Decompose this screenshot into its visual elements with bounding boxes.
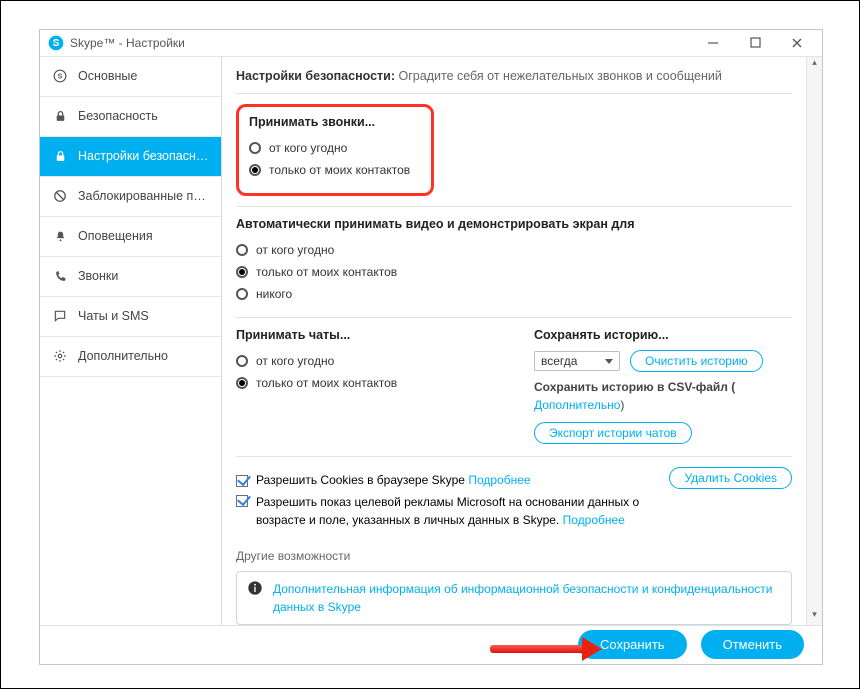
checkbox-label: Разрешить Cookies в браузере Skype Подро… — [256, 473, 531, 487]
sidebar-item-security[interactable]: Безопасность — [40, 97, 221, 137]
minimize-button[interactable] — [706, 36, 720, 50]
history-title: Сохранять историю... — [534, 328, 792, 342]
allow-ads-checkbox[interactable] — [236, 495, 248, 507]
ads-more-link[interactable]: Подробнее — [563, 513, 625, 527]
chats-history-section: Принимать чаты... от кого угодно только … — [236, 317, 792, 456]
radio-icon — [236, 244, 248, 256]
clear-history-button[interactable]: Очистить историю — [630, 350, 763, 372]
radio-icon — [236, 355, 248, 367]
checkbox-label: Разрешить показ целевой рекламы Microsof… — [256, 493, 657, 529]
radio-label: только от моих контактов — [256, 265, 397, 279]
settings-window: Skype™ - Настройки S Основные Безопаснос… — [39, 29, 823, 665]
sidebar-item-calls[interactable]: Звонки — [40, 257, 221, 297]
bell-icon — [52, 228, 68, 244]
radio-icon — [236, 266, 248, 278]
accept-video-title: Автоматически принимать видео и демонстр… — [236, 217, 792, 231]
vertical-scrollbar[interactable]: ▴ ▾ — [806, 57, 822, 625]
radio-icon — [236, 377, 248, 389]
radio-chats-contacts[interactable]: только от моих контактов — [236, 372, 494, 394]
radio-calls-contacts[interactable]: только от моих контактов — [249, 159, 421, 181]
select-value: всегда — [541, 354, 577, 368]
history-advanced-link[interactable]: Дополнительно — [534, 398, 620, 412]
cookies-more-link[interactable]: Подробнее — [468, 473, 530, 487]
phone-icon — [52, 268, 68, 284]
sidebar-item-general[interactable]: S Основные — [40, 57, 221, 97]
gear-icon — [52, 348, 68, 364]
content-pane: Настройки безопасности: Оградите себя от… — [222, 57, 806, 625]
scroll-up-icon[interactable]: ▴ — [807, 57, 822, 73]
info-strip: Дополнительная информация об информацион… — [236, 571, 792, 625]
radio-label: никого — [256, 287, 292, 301]
chat-icon — [52, 308, 68, 324]
radio-icon — [249, 142, 261, 154]
radio-video-contacts[interactable]: только от моих контактов — [236, 261, 792, 283]
radio-label: от кого угодно — [256, 354, 334, 368]
lock-icon — [52, 108, 68, 124]
radio-icon — [249, 164, 261, 176]
close-button[interactable] — [790, 36, 804, 50]
radio-label: только от моих контактов — [256, 376, 397, 390]
sidebar-item-notifications[interactable]: Оповещения — [40, 217, 221, 257]
cancel-button[interactable]: Отменить — [701, 630, 804, 659]
info-icon — [247, 580, 263, 596]
radio-label: от кого угодно — [269, 141, 347, 155]
lock-icon — [52, 148, 68, 164]
scroll-down-icon[interactable]: ▾ — [807, 609, 822, 625]
accept-calls-highlight: Принимать звонки... от кого угодно тольк… — [236, 104, 434, 196]
maximize-button[interactable] — [748, 36, 762, 50]
sidebar-item-chats-sms[interactable]: Чаты и SMS — [40, 297, 221, 337]
skype-icon — [48, 35, 64, 51]
privacy-info-link[interactable]: Дополнительная информация об информацион… — [273, 580, 781, 616]
window-title: Skype™ - Настройки — [70, 36, 185, 50]
sidebar-item-label: Настройки безопасно... — [78, 149, 209, 163]
sidebar-item-blocked[interactable]: Заблокированные по... — [40, 177, 221, 217]
other-options-title: Другие возможности — [236, 549, 792, 563]
svg-text:S: S — [58, 74, 63, 81]
sidebar-item-label: Дополнительно — [78, 349, 168, 363]
sidebar-item-label: Оповещения — [78, 229, 153, 243]
skype-icon: S — [52, 68, 68, 84]
blocked-icon — [52, 188, 68, 204]
allow-cookies-checkbox[interactable] — [236, 475, 248, 487]
dialog-footer: Сохранить Отменить — [40, 625, 822, 664]
sidebar: S Основные Безопасность Настройки безопа… — [40, 57, 222, 625]
titlebar: Skype™ - Настройки — [40, 30, 822, 57]
radio-label: только от моих контактов — [269, 163, 410, 177]
sidebar-item-label: Звонки — [78, 269, 118, 283]
sidebar-item-advanced[interactable]: Дополнительно — [40, 337, 221, 377]
radio-video-nobody[interactable]: никого — [236, 283, 792, 305]
page-header-bold: Настройки безопасности: — [236, 69, 395, 83]
sidebar-item-label: Основные — [78, 69, 137, 83]
page-header-rest: Оградите себя от нежелательных звонков и… — [399, 69, 722, 83]
radio-label: от кого угодно — [256, 243, 334, 257]
accept-calls-title: Принимать звонки... — [249, 115, 421, 129]
sidebar-item-security-settings[interactable]: Настройки безопасно... — [40, 137, 221, 177]
delete-cookies-button[interactable]: Удалить Cookies — [669, 467, 792, 489]
radio-calls-anyone[interactable]: от кого угодно — [249, 137, 421, 159]
sidebar-item-label: Безопасность — [78, 109, 158, 123]
radio-video-anyone[interactable]: от кого угодно — [236, 239, 792, 261]
history-duration-select[interactable]: всегда — [534, 351, 620, 371]
annotation-arrow — [490, 640, 610, 660]
accept-video-section: Автоматически принимать видео и демонстр… — [236, 206, 792, 317]
accept-chats-title: Принимать чаты... — [236, 328, 494, 342]
export-chat-history-button[interactable]: Экспорт истории чатов — [534, 422, 692, 444]
history-csv-line: Сохранить историю в CSV-файл ( Дополните… — [534, 378, 792, 414]
sidebar-item-label: Чаты и SMS — [78, 309, 149, 323]
sidebar-item-label: Заблокированные по... — [78, 189, 209, 203]
page-header: Настройки безопасности: Оградите себя от… — [236, 57, 792, 94]
radio-icon — [236, 288, 248, 300]
radio-chats-anyone[interactable]: от кого угодно — [236, 350, 494, 372]
